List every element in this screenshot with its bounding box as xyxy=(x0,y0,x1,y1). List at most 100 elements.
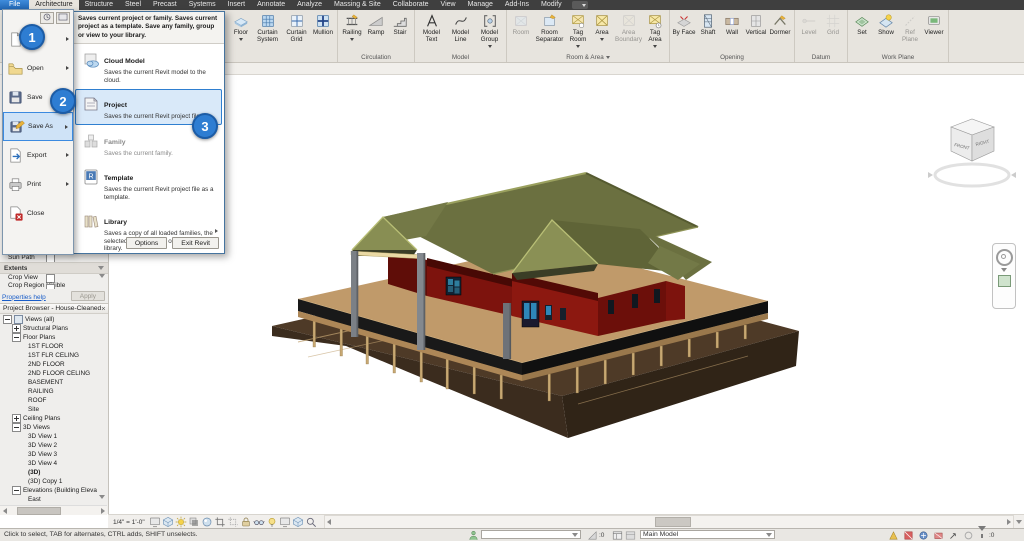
tree-item[interactable]: East xyxy=(0,495,108,504)
tab-precast[interactable]: Precast xyxy=(147,0,183,10)
lock-view-icon[interactable] xyxy=(240,516,252,528)
tree-item[interactable]: BASEMENT xyxy=(0,378,108,387)
crop-view-icon[interactable] xyxy=(214,516,226,528)
analytical-model-icon[interactable] xyxy=(292,516,304,528)
detail-level-icon[interactable] xyxy=(149,516,161,528)
viewer-button[interactable]: Viewer xyxy=(922,11,946,37)
vertical-opening-button[interactable]: Vertical xyxy=(744,11,768,37)
select-by-face-icon[interactable] xyxy=(933,530,944,541)
tree-item[interactable]: RAILING xyxy=(0,387,108,396)
collapse-icon[interactable] xyxy=(12,423,21,432)
constraints-icon[interactable] xyxy=(305,516,317,528)
exit-revit-button[interactable]: Exit Revit xyxy=(172,237,219,249)
area-button[interactable]: Area xyxy=(590,11,614,41)
floor-button[interactable]: Floor xyxy=(229,11,253,41)
show-button[interactable]: Show xyxy=(874,11,898,37)
level-button[interactable]: Level xyxy=(797,11,821,37)
wall-opening-button[interactable]: Wall xyxy=(720,11,744,37)
tab-collaborate[interactable]: Collaborate xyxy=(387,0,435,10)
scroll-left-icon[interactable] xyxy=(325,517,334,527)
drag-elements-icon[interactable] xyxy=(948,530,959,541)
horizontal-scrollbar[interactable] xyxy=(324,515,1014,529)
set-button[interactable]: Set xyxy=(850,11,874,37)
room-button[interactable]: Room xyxy=(509,11,533,37)
crop-region-icon[interactable] xyxy=(227,516,239,528)
tree-item[interactable]: 2ND FLOOR xyxy=(0,360,108,369)
area-boundary-button[interactable]: Area Boundary xyxy=(614,11,643,44)
reveal-hidden-icon[interactable] xyxy=(266,516,278,528)
railing-button[interactable]: Railing xyxy=(340,11,364,41)
tab-modify[interactable]: Modify xyxy=(535,0,568,10)
temporary-view-properties-icon[interactable] xyxy=(279,516,291,528)
tree-item[interactable]: Floor Plans xyxy=(0,333,108,342)
by-face-button[interactable]: By Face xyxy=(672,11,696,37)
select-underlay-icon[interactable] xyxy=(903,530,914,541)
apply-button[interactable]: Apply xyxy=(71,291,105,301)
3d-house-model[interactable]: FRONT RIGHT xyxy=(108,74,1024,514)
tab-insert[interactable]: Insert xyxy=(222,0,252,10)
tree-scroll-icon[interactable] xyxy=(99,495,105,499)
browser-scrollbar[interactable] xyxy=(0,505,107,515)
properties-scroll-icon[interactable] xyxy=(99,274,105,278)
open-documents-icon[interactable] xyxy=(56,12,70,24)
expand-icon[interactable] xyxy=(12,414,21,423)
filter-icon[interactable] xyxy=(978,531,989,541)
model-line-button[interactable]: Model Line xyxy=(446,11,475,44)
menu-item-print[interactable]: Print xyxy=(3,170,73,199)
tree-item[interactable]: (3D) Copy 1 xyxy=(0,477,108,486)
tree-item[interactable]: 1ST FLOOR xyxy=(0,342,108,351)
collapse-icon[interactable] xyxy=(12,486,21,495)
collapse-icon[interactable] xyxy=(3,315,12,324)
select-links-icon[interactable] xyxy=(888,530,899,541)
tab-addins[interactable]: Add-Ins xyxy=(499,0,535,10)
dormer-button[interactable]: Dormer xyxy=(768,11,792,37)
chevron-down-icon[interactable] xyxy=(1001,268,1007,272)
menu-item-save-as[interactable]: Save As xyxy=(3,112,73,141)
tree-item[interactable]: 3D Views xyxy=(0,423,108,432)
visual-style-icon[interactable] xyxy=(162,516,174,528)
tab-annotate[interactable]: Annotate xyxy=(251,0,291,10)
curtain-system-button[interactable]: Curtain System xyxy=(253,11,282,44)
tab-systems[interactable]: Systems xyxy=(183,0,222,10)
close-icon[interactable]: × xyxy=(101,305,105,313)
scroll-left-icon[interactable] xyxy=(0,506,9,516)
zoom-icon[interactable] xyxy=(998,275,1011,287)
mullion-button[interactable]: Mullion xyxy=(311,11,335,37)
crop-region-checkbox[interactable] xyxy=(46,284,55,290)
collapse-section-icon[interactable] xyxy=(98,266,104,270)
tab-manage[interactable]: Manage xyxy=(462,0,499,10)
tree-item[interactable]: 3D View 4 xyxy=(0,459,108,468)
tree-item[interactable]: Site xyxy=(0,405,108,414)
tab-massing-site[interactable]: Massing & Site xyxy=(328,0,387,10)
steering-wheel-icon[interactable] xyxy=(996,249,1013,266)
tree-item[interactable]: Structural Plans xyxy=(0,324,108,333)
ref-plane-button[interactable]: Ref Plane xyxy=(898,11,922,44)
expand-icon[interactable] xyxy=(12,324,21,333)
gray-inactive-icon[interactable] xyxy=(625,530,636,541)
tree-item-views[interactable]: Views (all) xyxy=(0,315,108,324)
design-options-dropdown[interactable]: Main Model xyxy=(640,530,775,539)
scroll-right-icon[interactable] xyxy=(98,506,107,516)
render-icon[interactable] xyxy=(201,516,213,528)
worksets-dropdown[interactable] xyxy=(481,530,581,539)
drawing-area[interactable]: FRONT RIGHT xyxy=(108,74,1024,514)
tree-item-active-view[interactable]: (3D) xyxy=(0,468,108,477)
tag-area-button[interactable]: Tag Area xyxy=(643,11,667,48)
flyout-item-template[interactable]: R TemplateSaves the current Revit projec… xyxy=(75,162,222,205)
tag-room-button[interactable]: Tag Room xyxy=(566,11,590,48)
model-text-button[interactable]: Model Text xyxy=(417,11,446,44)
tab-view[interactable]: View xyxy=(435,0,462,10)
select-pinned-icon[interactable] xyxy=(918,530,929,541)
grid-button[interactable]: Grid xyxy=(821,11,845,37)
tree-item[interactable]: 3D View 1 xyxy=(0,432,108,441)
shadows-icon[interactable] xyxy=(188,516,200,528)
properties-help-link[interactable]: Properties help xyxy=(0,294,46,301)
tab-steel[interactable]: Steel xyxy=(119,0,147,10)
menu-item-export[interactable]: Export xyxy=(3,141,73,170)
recent-documents-icon[interactable] xyxy=(40,12,54,24)
view-scale-button[interactable]: 1/4" = 1'-0" xyxy=(108,519,149,526)
ribbon-display-toggle-icon[interactable] xyxy=(572,1,588,9)
tree-item[interactable]: ROOF xyxy=(0,396,108,405)
flyout-item-cloud-model[interactable]: Cloud ModelSaves the current Revit model… xyxy=(75,45,222,88)
scrollbar-thumb[interactable] xyxy=(655,517,691,527)
